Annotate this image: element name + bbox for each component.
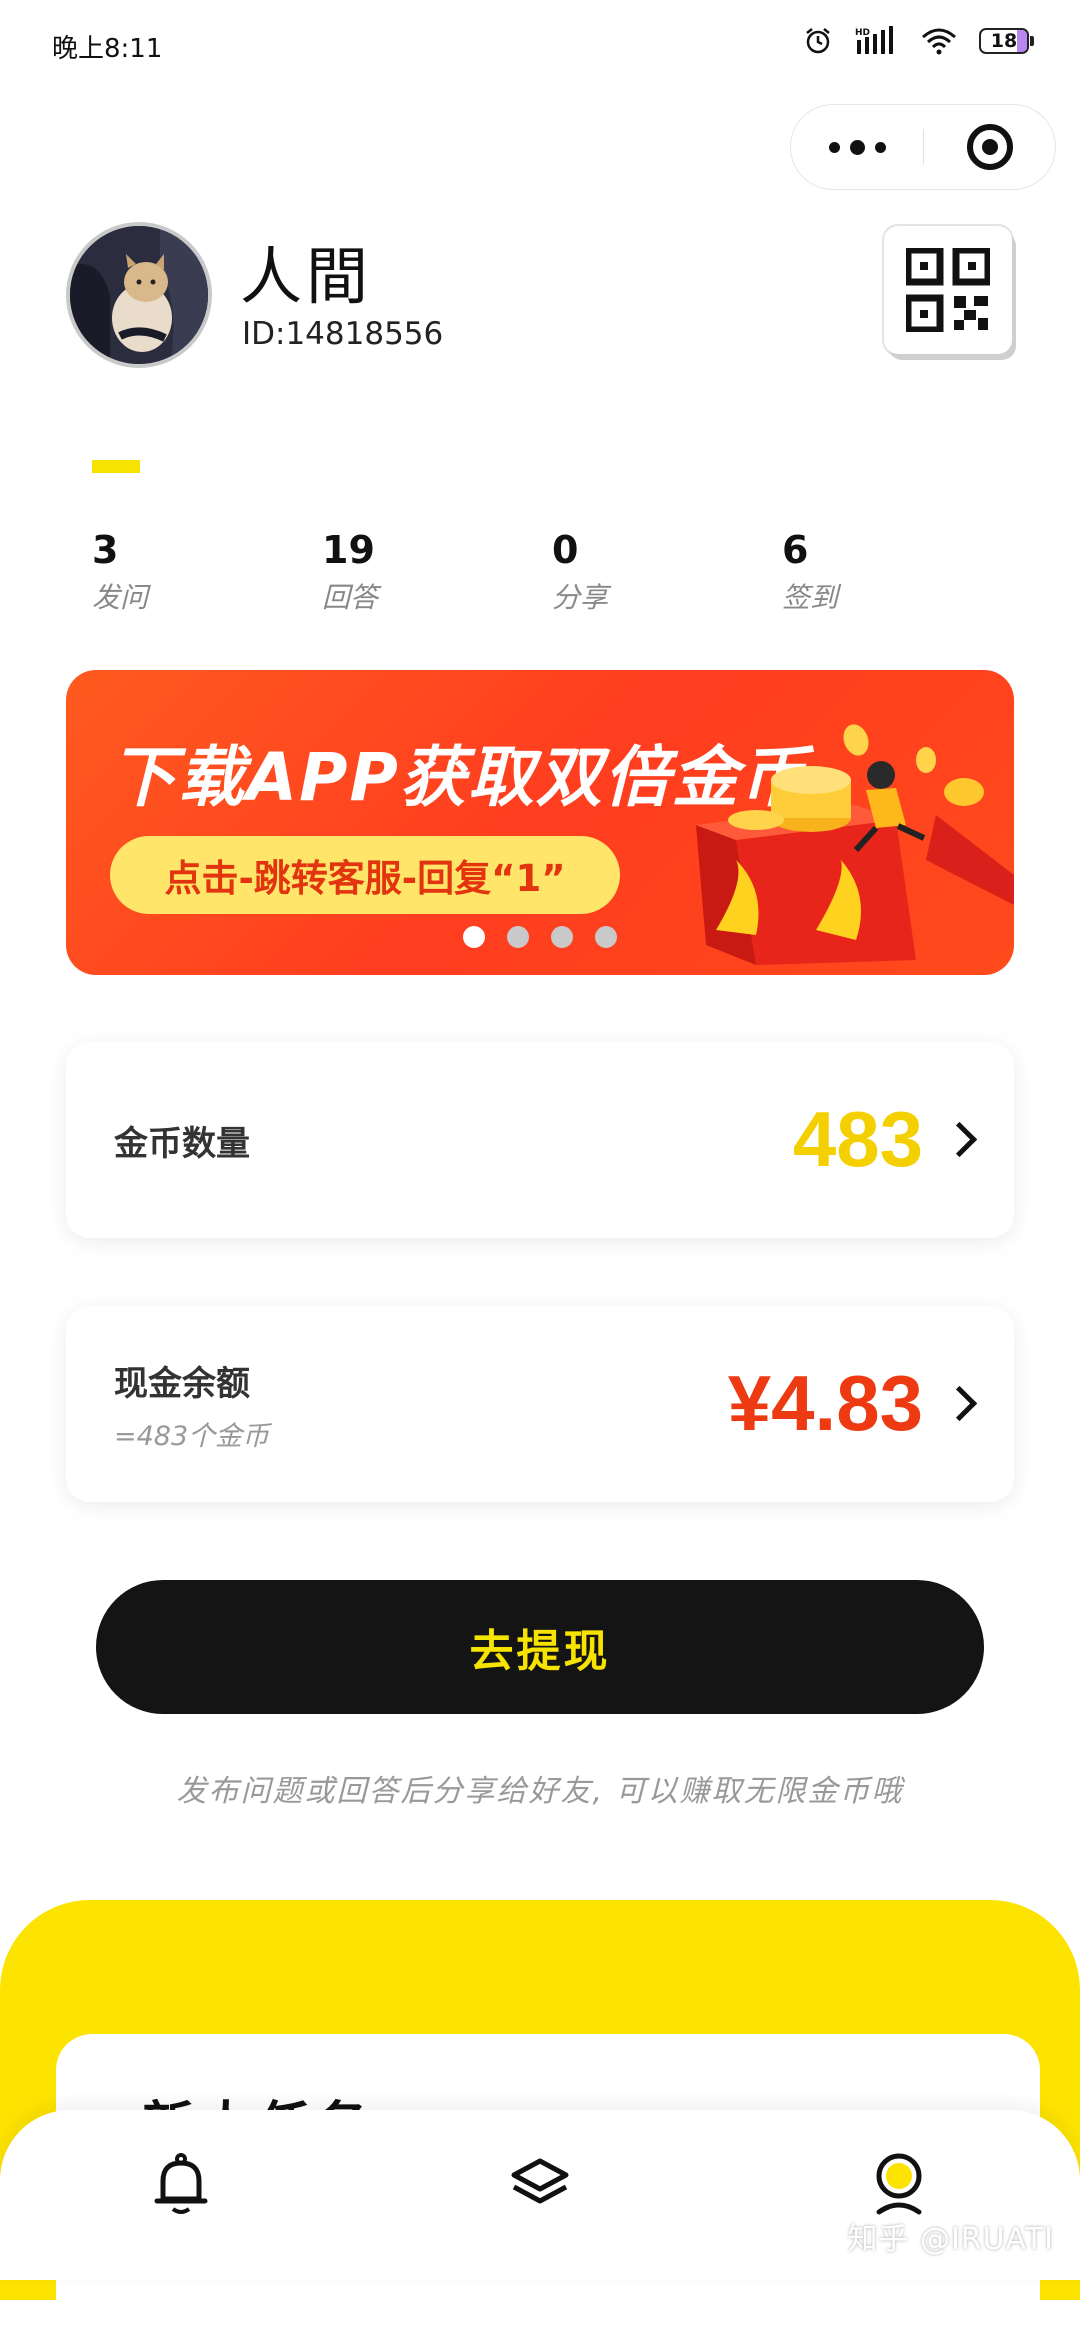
alarm-icon bbox=[806, 28, 830, 54]
user-id: ID:14818556 bbox=[242, 316, 444, 352]
miniprogram-capsule bbox=[790, 104, 1056, 190]
hint-text: 发布问题或回答后分享给好友, 可以赚取无限金币哦 bbox=[176, 1774, 904, 1809]
layers-icon bbox=[511, 2158, 569, 2204]
wifi-icon bbox=[922, 28, 956, 55]
coin-balance-card[interactable]: 金币数量 483 bbox=[66, 1042, 1014, 1238]
status-icons: HD 18 bbox=[803, 26, 1034, 56]
chevron-right-icon bbox=[941, 1385, 978, 1422]
watermark: 知乎 @IRUATI bbox=[847, 2222, 1054, 2257]
signal-icon: HD bbox=[855, 26, 893, 54]
cash-balance-value: ¥4.83 bbox=[727, 1359, 923, 1447]
status-time: 晚上8:11 bbox=[52, 34, 163, 64]
more-button[interactable] bbox=[791, 139, 923, 155]
qr-code-icon bbox=[906, 248, 990, 332]
cash-balance-card[interactable]: 现金余额 =483个金币 ¥4.83 bbox=[66, 1306, 1014, 1502]
qr-code-button[interactable] bbox=[884, 226, 1012, 354]
chevron-right-icon bbox=[941, 1121, 978, 1158]
stat-value: 3 bbox=[92, 528, 119, 572]
banner-dot[interactable] bbox=[551, 926, 573, 948]
stat-label: 签到 bbox=[782, 581, 839, 614]
stat-value: 19 bbox=[322, 528, 375, 572]
close-miniprogram-button[interactable] bbox=[924, 124, 1055, 170]
tab-profile[interactable] bbox=[864, 2150, 934, 2220]
battery-icon: 18 bbox=[979, 28, 1034, 54]
banner-pagination bbox=[66, 926, 1014, 948]
coin-balance-value: 483 bbox=[792, 1095, 923, 1183]
profile-icon bbox=[876, 2153, 922, 2215]
banner-pill: 点击-跳转客服-回复“1” bbox=[110, 836, 620, 914]
banner-dot[interactable] bbox=[595, 926, 617, 948]
tab-notifications[interactable] bbox=[146, 2150, 216, 2220]
banner-dot[interactable] bbox=[507, 926, 529, 948]
stat-questions[interactable]: 3 发问 bbox=[92, 528, 148, 616]
avatar[interactable] bbox=[66, 222, 212, 368]
withdraw-button[interactable]: 去提现 bbox=[96, 1580, 984, 1714]
username: 人間 bbox=[240, 240, 373, 313]
stat-shares[interactable]: 0 分享 bbox=[552, 528, 608, 616]
stat-label: 分享 bbox=[552, 581, 609, 614]
cash-balance-label: 现金余额 bbox=[114, 1364, 250, 1404]
banner-dot[interactable] bbox=[463, 926, 485, 948]
tab-home[interactable] bbox=[505, 2150, 575, 2220]
stat-label: 发问 bbox=[92, 581, 149, 614]
stat-label: 回答 bbox=[322, 581, 379, 614]
stat-checkins[interactable]: 6 签到 bbox=[782, 528, 838, 616]
battery-level: 18 bbox=[990, 30, 1018, 52]
stat-answers[interactable]: 19 回答 bbox=[322, 528, 378, 616]
coin-balance-label: 金币数量 bbox=[114, 1124, 250, 1164]
stat-value: 0 bbox=[552, 528, 579, 572]
target-icon bbox=[966, 124, 1013, 170]
tab-indicator bbox=[92, 460, 140, 473]
promo-banner[interactable]: 下载APP获取双倍金币 点击-跳转客服-回复“1” bbox=[66, 670, 1014, 975]
svg-text:HD: HD bbox=[855, 28, 870, 38]
cash-balance-sub: =483个金币 bbox=[114, 1421, 270, 1452]
stat-value: 6 bbox=[782, 528, 809, 572]
bell-icon bbox=[154, 2153, 208, 2214]
